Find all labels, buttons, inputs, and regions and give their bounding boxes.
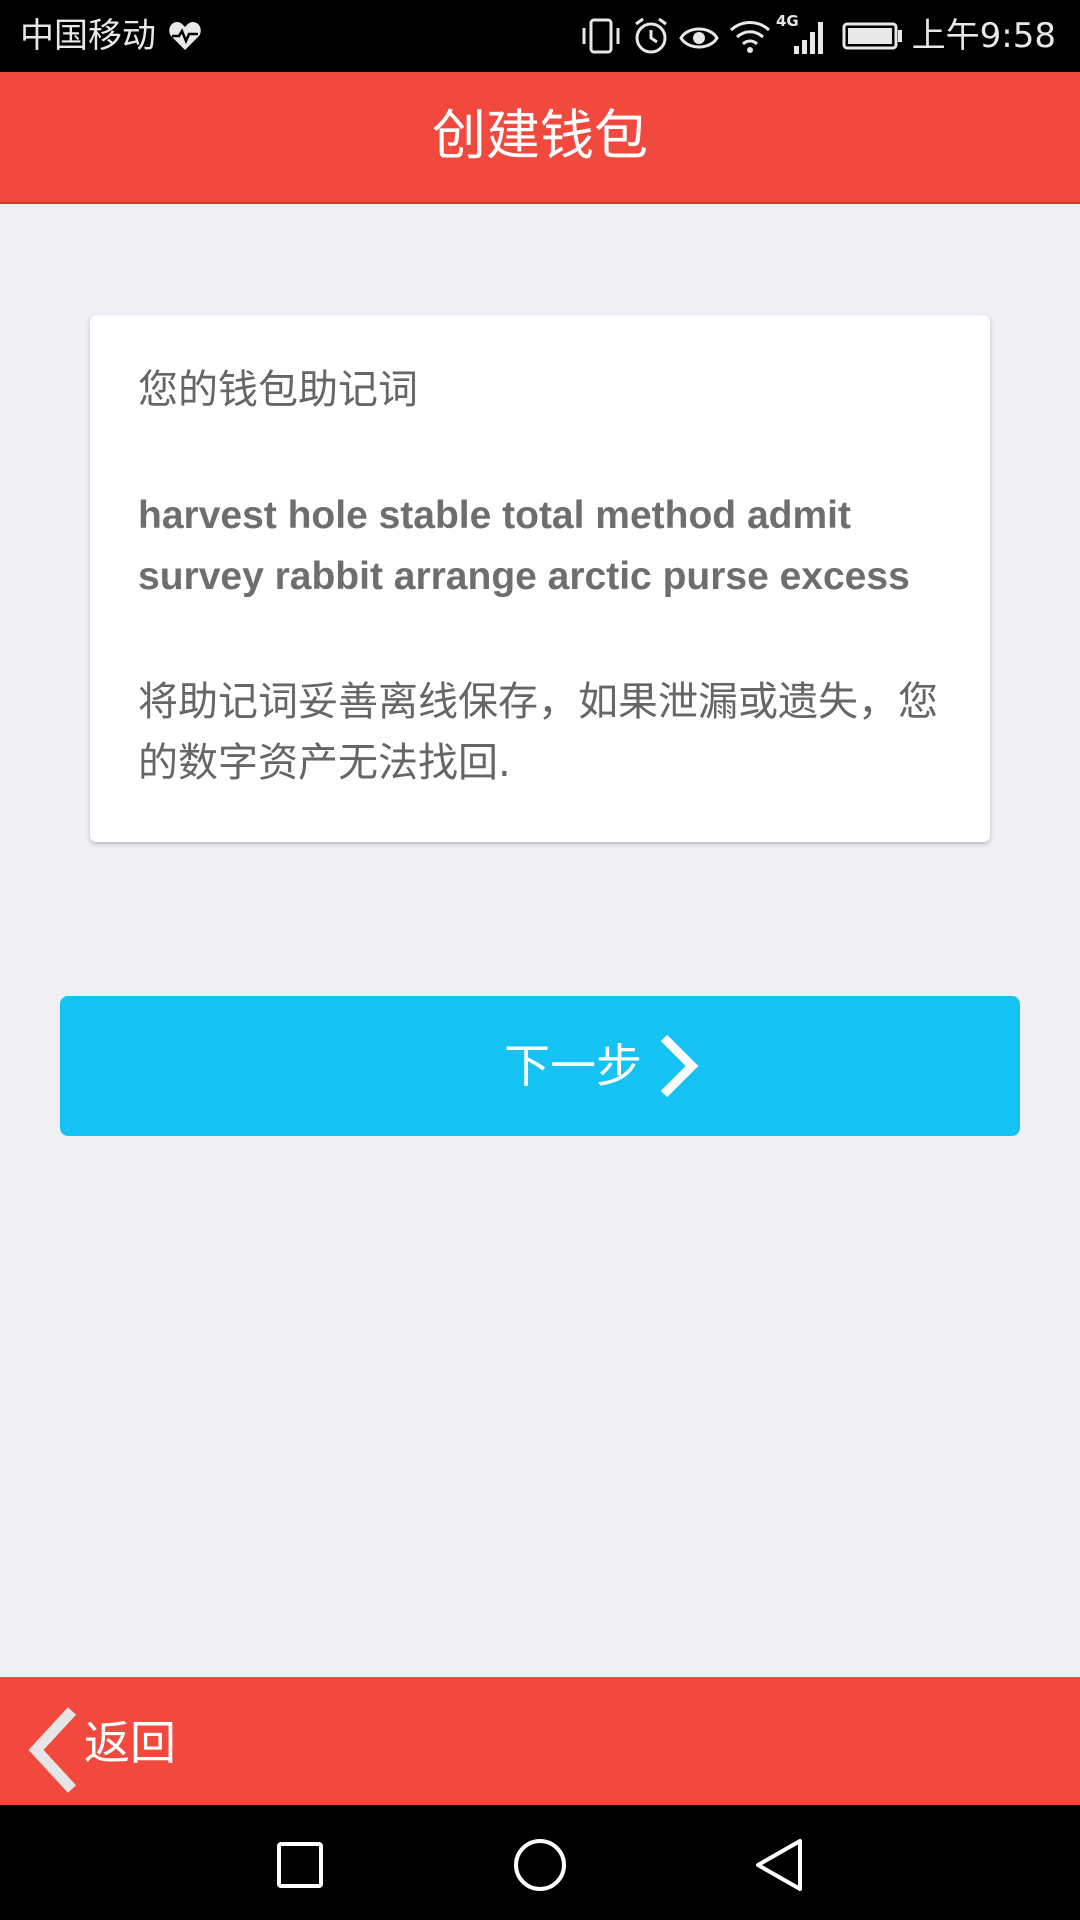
chevron-right-icon [660, 1034, 699, 1098]
home-circle-icon[interactable] [510, 1835, 570, 1895]
alarm-icon [635, 17, 667, 54]
battery-icon [842, 22, 902, 50]
vibrate-icon [582, 18, 620, 54]
next-step-label: 下一步 [504, 1039, 642, 1093]
eye-icon [679, 27, 719, 49]
page-title: 创建钱包 [432, 104, 648, 167]
screen: 中国移动 4G 上午9:58 创建钱包 您的钱包助记词 harvest hole… [0, 0, 1080, 1920]
clock: 上午9:58 [911, 16, 1056, 56]
bottom-bar: 返回 [0, 1677, 1080, 1805]
system-nav-bar [0, 1805, 1080, 1920]
signal-icon [794, 22, 823, 54]
status-bar: 中国移动 4G 上午9:58 [0, 0, 1080, 72]
backup-warning: 将助记词妥善离线保存，如果泄漏或遗失，您的数字资产无法找回. [138, 679, 938, 786]
mnemonic-label: 您的钱包助记词 [138, 367, 418, 413]
carrier-name: 中国移动 [20, 16, 156, 56]
wifi-icon [729, 21, 771, 53]
mnemonic-phrase: harvest hole stable total method admit s… [138, 494, 910, 598]
recents-square-icon[interactable] [270, 1835, 330, 1895]
heart-icon [169, 22, 201, 50]
status-icons: 4G [578, 12, 908, 56]
back-triangle-icon[interactable] [750, 1835, 810, 1895]
next-step-button[interactable]: 下一步 [60, 996, 1020, 1136]
back-button[interactable]: 返回 [26, 1707, 196, 1793]
mnemonic-card: 您的钱包助记词 harvest hole stable total method… [90, 315, 990, 842]
app-header: 创建钱包 [0, 72, 1080, 204]
chevron-left-icon [28, 1707, 77, 1793]
back-label: 返回 [84, 1716, 176, 1770]
